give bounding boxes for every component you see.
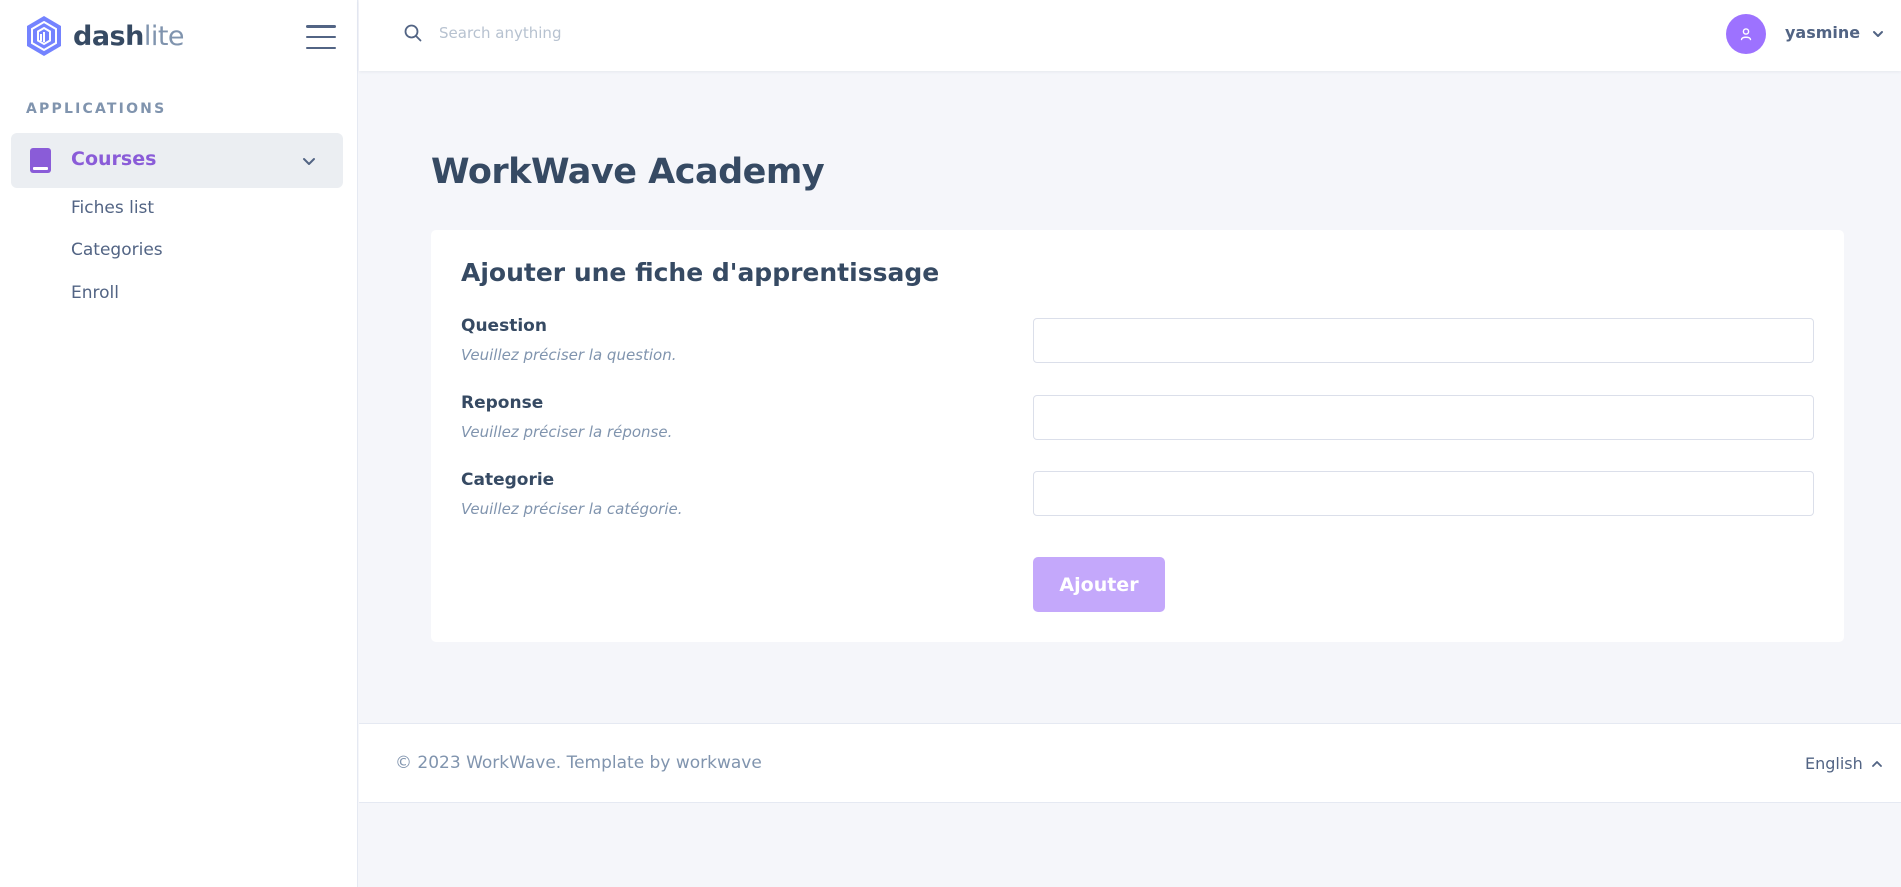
topbar: yasmine [359, 0, 1901, 71]
user-name[interactable]: yasmine [1785, 23, 1860, 42]
sidebar-subitem-categories[interactable]: Categories [71, 240, 163, 260]
reponse-label: Reponse [461, 393, 544, 413]
sidebar-item-courses[interactable]: Courses [11, 133, 343, 188]
language-label: English [1805, 754, 1863, 773]
brand-logo-link[interactable]: dashlite [25, 15, 185, 57]
categorie-hint: Veuillez préciser la catégorie. [461, 500, 683, 518]
chevron-down-icon [303, 158, 315, 165]
hamburger-icon [306, 25, 336, 28]
sidebar: dashlite APPLICATIONS Courses Fiches lis… [0, 0, 358, 887]
chevron-down-icon[interactable] [1871, 27, 1885, 41]
reponse-input[interactable] [1033, 395, 1814, 440]
add-fiche-form-card: Ajouter une fiche d'apprentissage Questi… [431, 230, 1844, 642]
chevron-up-icon [1871, 760, 1882, 767]
question-hint: Veuillez préciser la question. [461, 346, 677, 364]
reponse-hint: Veuillez préciser la réponse. [461, 423, 673, 441]
dashlite-logo-icon [27, 16, 61, 56]
footer-copyright: © 2023 WorkWave. Template by workwave [395, 753, 762, 773]
page-title: WorkWave Academy [431, 152, 825, 192]
search-icon[interactable] [403, 23, 423, 43]
sidebar-item-label: Courses [71, 148, 157, 170]
search-input[interactable] [439, 18, 1039, 48]
ajouter-button[interactable]: Ajouter [1033, 557, 1165, 612]
sidebar-subitem-fiches-list[interactable]: Fiches list [71, 198, 154, 218]
avatar[interactable] [1726, 14, 1766, 54]
question-label: Question [461, 316, 547, 336]
user-icon [1740, 28, 1752, 41]
categorie-label: Categorie [461, 470, 555, 490]
language-selector[interactable]: English [1805, 754, 1883, 773]
nav-heading-applications: APPLICATIONS [26, 101, 167, 117]
question-input[interactable] [1033, 318, 1814, 363]
form-title: Ajouter une fiche d'apprentissage [461, 258, 940, 287]
menu-toggle-button[interactable] [306, 25, 336, 49]
footer: © 2023 WorkWave. Template by workwave En… [359, 723, 1901, 803]
book-icon [30, 148, 51, 173]
brand-name: dashlite [73, 20, 185, 52]
categorie-input[interactable] [1033, 471, 1814, 516]
sidebar-subitem-enroll[interactable]: Enroll [71, 283, 119, 303]
